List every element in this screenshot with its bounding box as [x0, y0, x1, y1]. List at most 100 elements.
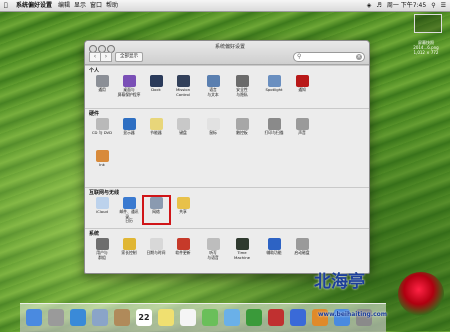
pref-pane-sound[interactable]: 声音	[290, 118, 314, 136]
section-2: 互联网与无线 iCloud 邮件、通讯录、 日历 网络 共享	[85, 187, 369, 229]
forward-button[interactable]: ›	[100, 52, 112, 62]
show-all-button[interactable]: 全部显示	[115, 52, 143, 62]
dictation-icon	[206, 238, 220, 250]
spotlight-menu-icon[interactable]: ⚲	[431, 0, 435, 11]
network-icon	[149, 197, 163, 209]
sharing-icon	[176, 197, 190, 209]
pref-pane-label: Ink	[99, 162, 105, 167]
dock-icon	[149, 75, 163, 87]
software-update-icon	[176, 238, 190, 250]
pref-pane-label: 用户与 群组	[96, 250, 108, 260]
pref-pane-users[interactable]: 用户与 群组	[90, 238, 114, 260]
pref-pane-security[interactable]: 安全性 与隐私	[230, 75, 254, 97]
maps-icon[interactable]	[202, 309, 218, 326]
pref-pane-software-update[interactable]: 软件更新	[171, 238, 195, 256]
pref-pane-label: 通知	[298, 87, 306, 92]
volume-icon[interactable]: ♬	[376, 0, 381, 11]
energy-saver-icon	[149, 118, 163, 130]
pref-pane-label: 通用	[98, 87, 106, 92]
chevron-left-icon: ‹	[93, 53, 97, 60]
wifi-icon[interactable]: ◈	[367, 0, 372, 11]
pref-pane-accessibility[interactable]: 辅助功能	[262, 238, 286, 256]
pref-pane-display[interactable]: 显示器	[117, 118, 141, 136]
pref-pane-datetime[interactable]: 日期与时间	[144, 238, 168, 256]
pref-pane-language[interactable]: 语言 与文本	[201, 75, 225, 97]
menu-help[interactable]: 帮助	[106, 0, 118, 11]
apple-menu-icon[interactable]: 	[4, 0, 8, 11]
pref-pane-mouse[interactable]: 鼠标	[201, 118, 225, 136]
pref-pane-trackpad[interactable]: 触控板	[230, 118, 254, 136]
pref-pane-general[interactable]: 通用	[90, 75, 114, 93]
watermark-url: www.beihaiting.com	[318, 311, 388, 318]
trackpad-icon	[235, 118, 249, 130]
users-icon	[95, 238, 109, 250]
section-0: 个人通用 桌面与 屏幕保护程序 Dock Mission Control 语言 与文本 安…	[85, 65, 369, 109]
pref-pane-energy-saver[interactable]: 节能器	[144, 118, 168, 136]
pref-pane-dock[interactable]: Dock	[144, 75, 168, 93]
pref-pane-label: 触控板	[236, 130, 248, 135]
pref-pane-keyboard[interactable]: 键盘	[171, 118, 195, 136]
section-title: 系统	[89, 231, 100, 237]
section-title: 互联网与无线	[89, 190, 120, 196]
pref-pane-cd[interactable]: CD 与 DVD	[90, 118, 114, 136]
mail-icon[interactable]	[92, 309, 108, 326]
startup-disk-icon	[295, 238, 309, 250]
launchpad-icon[interactable]	[48, 309, 64, 326]
pref-pane-icloud[interactable]: iCloud	[90, 197, 114, 215]
photo-booth-icon[interactable]	[268, 309, 284, 326]
menu-bar:  系统偏好设置 编辑 显示 窗口 帮助 ◈ ♬ 周一 下午7:45 ⚲ ☰	[0, 0, 450, 12]
search-icon: ⚲	[297, 53, 302, 60]
pref-pane-parental[interactable]: 家长控制	[117, 238, 141, 256]
pref-pane-time-machine[interactable]: Time Machine	[230, 238, 254, 260]
pref-pane-label: 邮件、通讯录、 日历	[119, 209, 139, 224]
pref-pane-label: 辅助功能	[266, 250, 282, 255]
pref-pane-sharing[interactable]: 共享	[171, 197, 195, 215]
pref-pane-mail-contacts[interactable]: 邮件、通讯录、 日历	[117, 197, 141, 224]
finder-icon[interactable]	[26, 309, 42, 326]
parental-icon	[122, 238, 136, 250]
menu-view[interactable]: 显示	[74, 0, 86, 11]
pref-pane-label: Dock	[151, 87, 161, 92]
section-title: 个人	[89, 68, 100, 74]
rose-logo	[398, 272, 444, 316]
pref-pane-ink[interactable]: Ink	[90, 150, 114, 168]
contacts-icon[interactable]	[114, 309, 130, 326]
messages-icon[interactable]	[224, 309, 240, 326]
pref-pane-startup-disk[interactable]: 启动磁盘	[290, 238, 314, 256]
search-input[interactable]: ⚲ ×	[293, 52, 365, 62]
mouse-icon	[206, 118, 220, 130]
pref-pane-dictation[interactable]: 听写 与语音	[201, 238, 225, 260]
pref-pane-label: 听写 与语音	[207, 250, 219, 260]
menu-window[interactable]: 窗口	[90, 0, 102, 11]
desktop-file-thumbnail[interactable]	[414, 14, 442, 33]
pref-pane-printer[interactable]: 打印与扫描	[262, 118, 286, 136]
sound-icon	[295, 118, 309, 130]
calendar-day: 22	[138, 313, 150, 322]
pref-pane-label: 语言 与文本	[207, 87, 219, 97]
icloud-icon	[95, 197, 109, 209]
app-menu[interactable]: 系统偏好设置	[16, 0, 52, 11]
safari-icon[interactable]	[70, 309, 86, 326]
notification-center-icon[interactable]: ☰	[441, 0, 446, 11]
pref-pane-notifications[interactable]: 通知	[290, 75, 314, 93]
pref-pane-label: 日期与时间	[146, 250, 166, 255]
system-preferences-window: 系统偏好设置 ‹ › 全部显示 ⚲ × 个人 通用 桌面与 屏幕保护程序 Dock Mi…	[84, 40, 370, 274]
clock[interactable]: 周一 下午7:45	[387, 0, 426, 11]
itunes-icon[interactable]	[290, 309, 306, 326]
pref-pane-desktop[interactable]: 桌面与 屏幕保护程序	[117, 75, 141, 97]
general-icon	[95, 75, 109, 87]
pref-pane-label: Mission Control	[175, 87, 191, 97]
desktop-icon	[122, 75, 136, 87]
reminders-icon[interactable]	[180, 309, 196, 326]
clear-search-icon[interactable]: ×	[356, 54, 362, 60]
pref-pane-label: 鼠标	[209, 130, 217, 135]
facetime-icon[interactable]	[246, 309, 262, 326]
notes-icon[interactable]	[158, 309, 174, 326]
pref-pane-spotlight[interactable]: Spotlight	[262, 75, 286, 93]
pref-pane-mission-control[interactable]: Mission Control	[171, 75, 195, 97]
menu-edit[interactable]: 编辑	[58, 0, 70, 11]
calendar-icon[interactable]: 22	[136, 309, 152, 326]
notifications-icon	[295, 75, 309, 87]
pref-pane-label: 安全性 与隐私	[236, 87, 248, 97]
pref-pane-network[interactable]: 网络	[144, 197, 168, 215]
